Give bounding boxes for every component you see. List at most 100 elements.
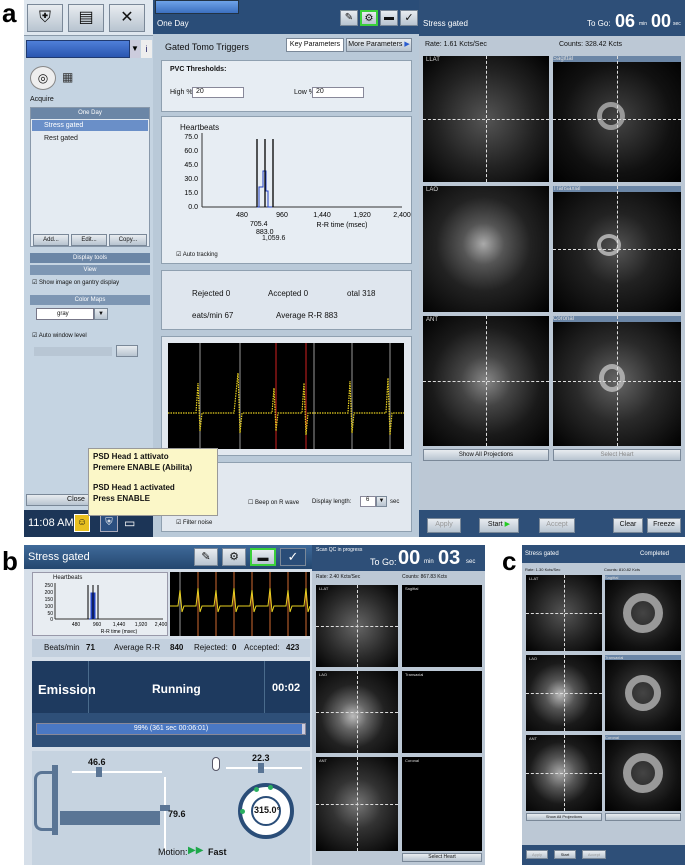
tooltip-line: PSD Head 1 activated	[93, 483, 175, 492]
clear-button[interactable]: Clear	[613, 518, 643, 533]
high-label: High %	[170, 89, 193, 96]
x-tick: 480	[72, 622, 81, 628]
scan-sagittal[interactable]: Sagittal	[402, 585, 482, 667]
folder-icon[interactable]: ▤	[68, 4, 104, 32]
add-button[interactable]: Add...	[33, 234, 69, 246]
settings-icon[interactable]: ⚙	[222, 548, 246, 566]
high-input[interactable]: 20	[192, 87, 244, 98]
detector-slider[interactable]	[258, 763, 264, 773]
play-icon: ▶	[504, 521, 511, 528]
scan-lao[interactable]: LAO	[316, 671, 398, 753]
y-tick: 60.0	[184, 148, 198, 155]
scan-transaxial[interactable]: Transaxial	[553, 186, 681, 312]
patient-icon[interactable]: ⛨	[27, 4, 63, 32]
b-title: Stress gated	[28, 551, 90, 563]
auto-window-checkbox[interactable]: ☑ Auto window level	[32, 332, 87, 339]
start-button[interactable]: Start	[554, 850, 576, 859]
show-image-checkbox[interactable]: ☑ Show image on gantry display	[32, 279, 119, 286]
image-area: Rate: 1.61 Kcts/Sec Counts: 328.42 Kcts …	[419, 36, 685, 510]
select-heart-button[interactable]	[605, 813, 681, 821]
scan-label: Transaxial	[605, 655, 681, 660]
histogram-series	[89, 592, 96, 620]
tools-icon[interactable]: ✕	[109, 4, 145, 32]
scan-llat[interactable]: LLAT	[423, 56, 549, 182]
rotation-dial[interactable]: 315.0°	[238, 783, 294, 839]
x-tick: 480	[236, 212, 248, 219]
apply-button[interactable]: Apply	[526, 850, 548, 859]
select-heart-button[interactable]: Select Heart	[402, 853, 482, 862]
key-parameters-tab[interactable]: Key Parameters	[286, 38, 344, 52]
scan-ant[interactable]: ANT	[423, 316, 549, 446]
minutes-unit: min	[639, 21, 648, 27]
check-icon[interactable]: ✓	[400, 10, 418, 26]
edit-protocol-icon[interactable]: ✎	[194, 548, 218, 566]
auto-tracking-checkbox[interactable]: ☑ Auto tracking	[176, 251, 218, 258]
acq-title: Stress gated	[423, 19, 468, 28]
disabled-option	[34, 347, 112, 356]
chevron-down-icon[interactable]: ▼	[376, 496, 387, 507]
mode-tab[interactable]	[155, 0, 239, 14]
display-length-select[interactable]: 6	[360, 496, 376, 507]
y-tick: 0	[50, 617, 53, 623]
scan-coronal[interactable]: Coronal	[605, 735, 681, 811]
scan-coronal[interactable]: Coronal	[402, 757, 482, 851]
accept-button[interactable]: Accept	[582, 850, 606, 859]
pvc-title: PVC Thresholds:	[170, 66, 227, 73]
x-tick: 2,400	[155, 622, 168, 628]
chevron-right-icon: ▶	[404, 41, 410, 48]
scan-coronal[interactable]: Coronal	[553, 316, 681, 446]
scan-sagittal[interactable]: Sagittal	[605, 575, 681, 651]
scan-label: Transaxial	[405, 672, 424, 677]
scan-lao[interactable]: LAO	[526, 655, 602, 731]
scan-llat[interactable]: LLAT	[526, 575, 602, 651]
protocol-item-rest[interactable]: Rest gated	[32, 133, 148, 144]
beep-checkbox[interactable]: ☐ Beep on R wave	[248, 499, 299, 506]
scan-sagittal[interactable]: Sagittal	[553, 56, 681, 182]
info-icon[interactable]: i	[141, 40, 152, 58]
protocol-item-stress[interactable]: Stress gated	[32, 120, 148, 131]
settings-icon[interactable]: ⚙	[360, 10, 378, 26]
scan-ant[interactable]: ANT	[526, 735, 602, 811]
minutes-value: 00	[398, 547, 421, 569]
average-rr-value: 840	[170, 643, 184, 652]
select-heart-button[interactable]: Select Heart	[553, 449, 681, 461]
reset-button[interactable]	[116, 345, 138, 357]
grid-icon[interactable]: ▦	[62, 70, 78, 86]
patient-dropdown[interactable]	[26, 40, 130, 58]
x-tick: 1,440	[113, 622, 126, 628]
scan-transaxial[interactable]: Transaxial	[402, 671, 482, 753]
edit-button[interactable]: Edit...	[71, 234, 107, 246]
copy-button[interactable]: Copy...	[109, 234, 147, 246]
show-all-projections-button[interactable]: Show All Projections	[526, 813, 602, 821]
apply-button[interactable]: Apply	[427, 518, 461, 533]
filter-checkbox[interactable]: ☑ Filter noise	[176, 519, 212, 526]
acquire-icon[interactable]: ◎	[30, 66, 56, 90]
beats-min-value: eats/min 67	[192, 311, 234, 320]
lock-icon[interactable]	[212, 757, 220, 771]
bed-icon[interactable]: ▬	[380, 10, 398, 26]
psd-tooltip: PSD Head 1 attivato Premere ENABLE (Abil…	[88, 448, 218, 516]
edit-protocol-icon[interactable]: ✎	[340, 10, 358, 26]
color-map-select[interactable]: gray	[36, 308, 94, 320]
low-input[interactable]: 20	[312, 87, 364, 98]
more-parameters-tab[interactable]: More Parameters ▶	[346, 38, 412, 52]
bed-icon[interactable]: ▬	[250, 548, 276, 566]
chevron-down-icon[interactable]: ▼	[94, 308, 108, 320]
scan-transaxial[interactable]: Transaxial	[605, 655, 681, 731]
alert-icon[interactable]: ☺	[74, 514, 90, 532]
scan-ant[interactable]: ANT	[316, 757, 398, 851]
show-all-projections-button[interactable]: Show All Projections	[423, 449, 549, 461]
b-heartbeats-box: Heartbeats 250 200 150 100 50 0 480 960 …	[32, 572, 168, 636]
check-icon[interactable]: ✓	[280, 548, 306, 566]
gantry-icon[interactable]: ⛨	[100, 514, 118, 532]
accept-button[interactable]: Accept	[539, 518, 575, 533]
show-image-label: Show image on gantry display	[39, 280, 120, 286]
progress-text: 99% (361 sec 00:06:01)	[133, 725, 209, 732]
beep-label: Beep on R wave	[255, 500, 300, 506]
scan-llat[interactable]: LLAT	[316, 585, 398, 667]
start-button[interactable]: Start ▶	[479, 518, 519, 533]
scan-lao[interactable]: LAO	[423, 186, 549, 312]
chevron-down-icon[interactable]: ▼	[130, 40, 140, 58]
freeze-button[interactable]: Freeze	[647, 518, 681, 533]
table-slider[interactable]	[96, 767, 102, 777]
